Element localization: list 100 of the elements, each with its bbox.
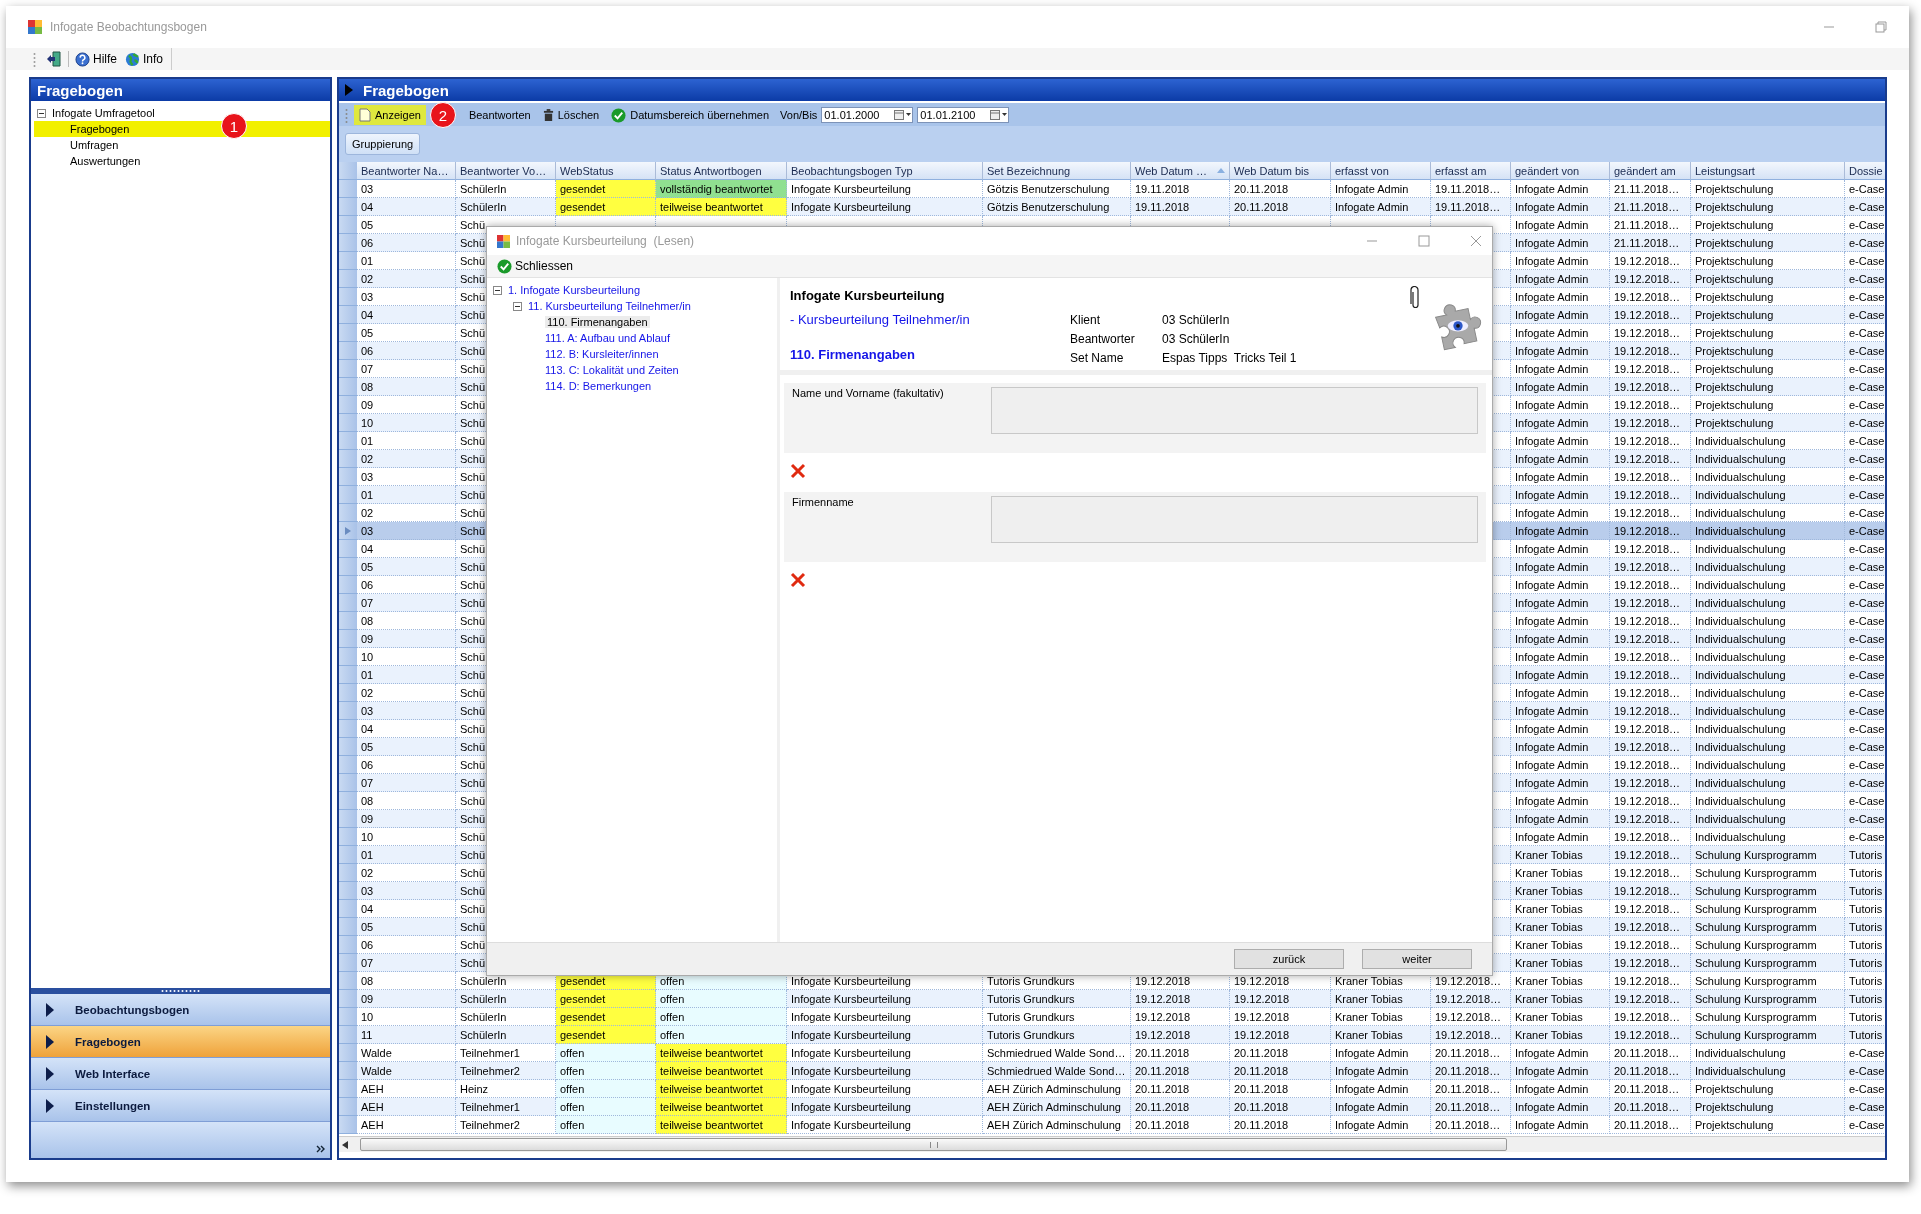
- column-header[interactable]: Beantworter Vo…: [456, 162, 556, 180]
- tree-item[interactable]: 11. Kursbeurteilung Teilnehmer/in: [528, 300, 691, 312]
- row-header[interactable]: [339, 1008, 357, 1026]
- tree-item[interactable]: Umfragen: [34, 137, 330, 153]
- date-field[interactable]: 01.01.2000: [821, 107, 914, 123]
- tree-item[interactable]: 1. Infogate Kursbeurteilung: [508, 284, 641, 296]
- row-header[interactable]: [339, 576, 357, 594]
- row-header[interactable]: [339, 288, 357, 306]
- row-header[interactable]: [339, 234, 357, 252]
- column-header[interactable]: geändert von: [1511, 162, 1610, 180]
- row-header[interactable]: [339, 396, 357, 414]
- column-header[interactable]: Dossie: [1845, 162, 1885, 180]
- scrollbar-thumb[interactable]: [360, 1138, 1507, 1151]
- column-header[interactable]: Leistungsart: [1691, 162, 1845, 180]
- horizontal-scrollbar[interactable]: [339, 1136, 1885, 1152]
- row-header[interactable]: [339, 666, 357, 684]
- row-header[interactable]: [339, 1098, 357, 1116]
- navigation-button[interactable]: Web Interface: [31, 1058, 330, 1090]
- date-field[interactable]: 01.01.2100: [917, 107, 1010, 123]
- row-header[interactable]: [339, 1062, 357, 1080]
- toolbar-button[interactable]: Beantworten: [459, 105, 536, 125]
- restore-button[interactable]: [1875, 21, 1887, 33]
- double-chevron-icon[interactable]: [316, 1144, 326, 1154]
- row-header[interactable]: [339, 504, 357, 522]
- row-header[interactable]: [339, 882, 357, 900]
- navigation-button[interactable]: Einstellungen: [31, 1090, 330, 1122]
- navigation-button[interactable]: Beobachtungsbogen: [31, 994, 330, 1026]
- row-header[interactable]: [339, 1080, 357, 1098]
- tree-item[interactable]: Infogate Umfragetool: [52, 107, 155, 119]
- row-header[interactable]: [339, 630, 357, 648]
- row-header[interactable]: [339, 864, 357, 882]
- triangle-icon[interactable]: [345, 84, 353, 96]
- tree-item[interactable]: 114. D: Bemerkungen: [545, 380, 652, 392]
- row-header[interactable]: [339, 486, 357, 504]
- tree-item[interactable]: 113. C: Lokalität und Zeiten: [545, 364, 679, 376]
- tree-item[interactable]: 111. A: Aufbau und Ablauf: [545, 332, 670, 344]
- splitter-grip[interactable]: [31, 988, 330, 994]
- row-header[interactable]: [339, 738, 357, 756]
- back-button[interactable]: zurück: [1234, 949, 1344, 969]
- column-header[interactable]: erfasst am: [1431, 162, 1511, 180]
- answer-field[interactable]: [991, 496, 1478, 543]
- row-header[interactable]: [339, 900, 357, 918]
- row-header[interactable]: [339, 828, 357, 846]
- row-header[interactable]: [339, 468, 357, 486]
- next-button[interactable]: weiter: [1362, 949, 1472, 969]
- row-header[interactable]: [339, 720, 357, 738]
- tree-item[interactable]: 110. Firmenangaben: [545, 316, 650, 328]
- row-header[interactable]: [339, 432, 357, 450]
- collapse-icon[interactable]: [493, 285, 502, 295]
- close-button[interactable]: Schliessen: [495, 257, 576, 275]
- row-header[interactable]: [339, 972, 357, 990]
- row-header[interactable]: [339, 594, 357, 612]
- row-header[interactable]: [339, 342, 357, 360]
- row-header[interactable]: [339, 324, 357, 342]
- row-header[interactable]: [339, 702, 357, 720]
- row-header[interactable]: [339, 1044, 357, 1062]
- toolbar-grip[interactable]: [33, 51, 36, 67]
- column-header[interactable]: Beantworter Na…: [357, 162, 456, 180]
- row-header[interactable]: [339, 792, 357, 810]
- row-header[interactable]: [339, 360, 357, 378]
- info-button[interactable]: Info: [123, 50, 166, 68]
- calendar-dropdown-icon[interactable]: [990, 109, 1009, 121]
- row-header[interactable]: [339, 540, 357, 558]
- collapse-icon[interactable]: [37, 108, 46, 118]
- row-header[interactable]: [339, 450, 357, 468]
- table-corner[interactable]: [339, 162, 357, 180]
- row-header[interactable]: [339, 198, 357, 216]
- row-header[interactable]: [339, 378, 357, 396]
- row-header[interactable]: [339, 216, 357, 234]
- row-header[interactable]: [339, 612, 357, 630]
- row-header[interactable]: [339, 684, 357, 702]
- answer-field[interactable]: [991, 387, 1478, 434]
- tree-item[interactable]: 112. B: Kursleiter/innen: [545, 348, 659, 360]
- left-arrow-icon[interactable]: [342, 1140, 348, 1149]
- grouping-button[interactable]: Gruppierung: [345, 133, 421, 155]
- row-header[interactable]: [339, 414, 357, 432]
- toolbar-button[interactable]: Löschen: [537, 105, 605, 125]
- column-header[interactable]: Web Datum …: [1131, 162, 1230, 180]
- row-header[interactable]: [339, 810, 357, 828]
- column-header[interactable]: Beobachtungsbogen Typ: [787, 162, 983, 180]
- row-header[interactable]: [339, 954, 357, 972]
- paperclip-icon[interactable]: [1410, 286, 1420, 310]
- collapse-icon[interactable]: [513, 301, 522, 311]
- row-header[interactable]: [339, 774, 357, 792]
- calendar-dropdown-icon[interactable]: [894, 109, 913, 121]
- row-header[interactable]: [339, 648, 357, 666]
- row-header[interactable]: [339, 180, 357, 198]
- row-header[interactable]: [339, 918, 357, 936]
- column-header[interactable]: erfasst von: [1331, 162, 1431, 180]
- row-header[interactable]: [339, 558, 357, 576]
- row-header[interactable]: [339, 270, 357, 288]
- close-icon[interactable]: [1470, 235, 1482, 247]
- row-header[interactable]: [339, 522, 357, 540]
- column-header[interactable]: geändert am: [1610, 162, 1691, 180]
- row-header[interactable]: [339, 936, 357, 954]
- row-header[interactable]: [339, 1116, 357, 1134]
- column-header[interactable]: Web Datum bis: [1230, 162, 1331, 180]
- help-button[interactable]: Hilfe: [73, 50, 119, 68]
- row-header[interactable]: [339, 990, 357, 1008]
- maximize-button[interactable]: [1418, 235, 1430, 247]
